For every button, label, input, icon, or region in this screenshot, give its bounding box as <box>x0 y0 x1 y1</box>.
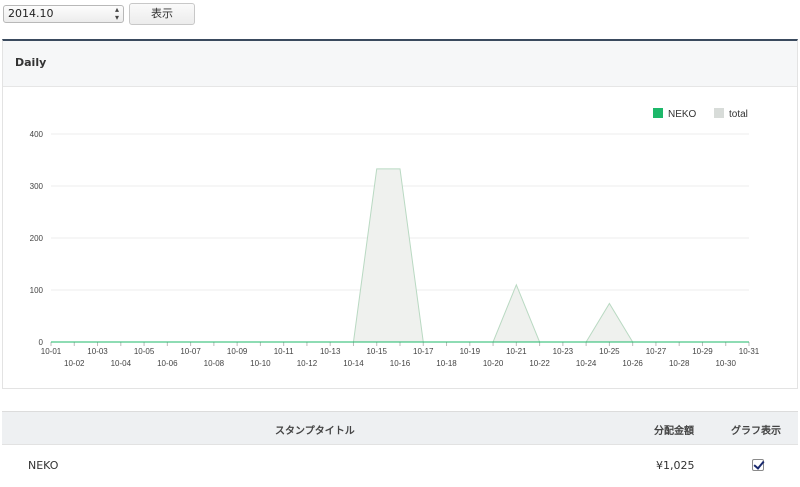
daily-chart-panel: Daily 0 100 200 300 400 10-01 10-02 10-03 10-04 1… <box>2 39 798 389</box>
row-amount: ¥1,025 <box>656 459 695 472</box>
x-tick-label: 10-25 <box>599 347 620 356</box>
legend-label: total <box>729 109 748 120</box>
x-tick-label: 10-21 <box>506 347 527 356</box>
x-tick-label: 10-15 <box>366 347 387 356</box>
x-tick-label: 10-06 <box>157 359 178 368</box>
x-tick-label: 10-27 <box>646 347 667 356</box>
x-tick-label: 10-23 <box>553 347 574 356</box>
x-tick-label: 10-19 <box>460 347 481 356</box>
x-tick-label: 10-03 <box>87 347 108 356</box>
x-tick-label: 10-13 <box>320 347 341 356</box>
y-tick-label: 400 <box>30 130 44 139</box>
x-tick-label: 10-12 <box>297 359 318 368</box>
stamp-table: スタンプタイトル 分配金額 グラフ表示 NEKO ¥1,025 <box>2 411 798 487</box>
x-tick-label: 10-10 <box>250 359 271 368</box>
table-header: スタンプタイトル 分配金額 グラフ表示 <box>2 411 798 445</box>
header-graph: グラフ表示 <box>731 426 781 437</box>
y-tick-label: 300 <box>30 182 44 191</box>
x-tick-label: 10-11 <box>274 347 294 356</box>
x-tick-label: 10-02 <box>64 359 85 368</box>
x-tick-label: 10-31 <box>739 347 760 356</box>
x-tick-label: 10-28 <box>669 359 690 368</box>
x-tick-label: 10-05 <box>134 347 155 356</box>
x-tick-label: 10-20 <box>483 359 504 368</box>
row-title: NEKO <box>28 459 59 472</box>
x-tick-label: 10-17 <box>413 347 434 356</box>
month-select[interactable]: 2014.10 ▴ ▾ <box>3 5 124 23</box>
x-tick-label: 10-24 <box>576 359 597 368</box>
header-stamp-title: スタンプタイトル <box>275 426 355 437</box>
select-arrows-icon: ▴ ▾ <box>114 5 119 22</box>
legend-label: NEKO <box>668 109 697 120</box>
y-tick-label: 0 <box>39 338 44 347</box>
header-amount: 分配金額 <box>654 426 694 437</box>
show-button[interactable]: 表示 <box>129 3 195 25</box>
legend-swatch <box>653 108 663 118</box>
x-tick-label: 10-30 <box>715 359 736 368</box>
x-tick-label: 10-08 <box>204 359 225 368</box>
y-tick-label: 100 <box>30 286 44 295</box>
x-tick-label: 10-18 <box>436 359 457 368</box>
x-tick-label: 10-22 <box>529 359 550 368</box>
series-area-total <box>51 168 749 343</box>
x-tick-label: 10-14 <box>343 359 364 368</box>
x-tick-label: 10-07 <box>180 347 201 356</box>
x-tick-label: 10-01 <box>41 347 62 356</box>
legend-swatch <box>714 108 724 118</box>
x-tick-label: 10-26 <box>622 359 643 368</box>
graph-checkbox[interactable] <box>752 459 764 471</box>
x-tick-label: 10-09 <box>227 347 248 356</box>
x-tick-label: 10-29 <box>692 347 713 356</box>
month-select-value: 2014.10 <box>8 7 54 20</box>
table-row: NEKO ¥1,025 <box>2 445 798 487</box>
x-tick-label: 10-16 <box>390 359 411 368</box>
x-tick-label: 10-04 <box>111 359 132 368</box>
daily-chart: 010020030040010-0110-0210-0310-0410-0510… <box>30 108 760 368</box>
y-tick-label: 200 <box>30 234 44 243</box>
